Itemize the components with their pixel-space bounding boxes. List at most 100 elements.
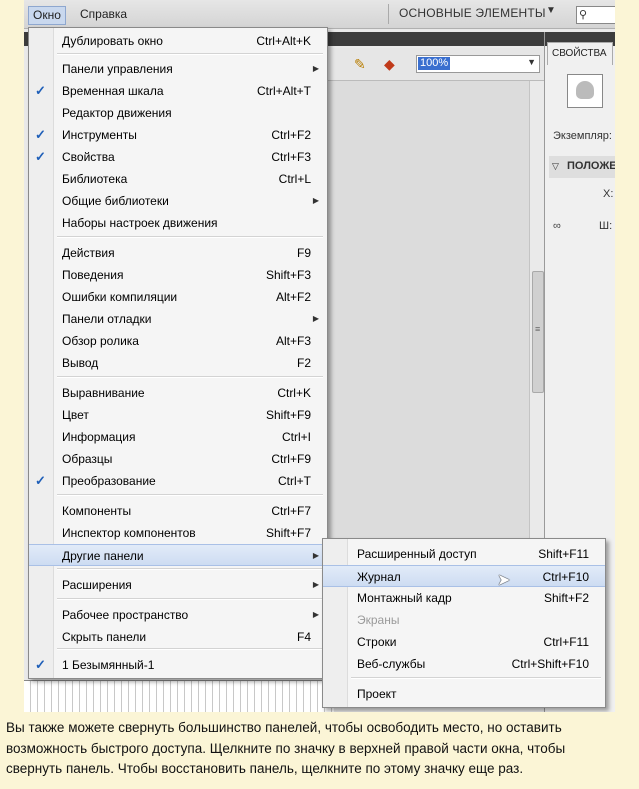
menu-item-common-libraries[interactable]: Общие библиотеки ▶	[29, 190, 327, 212]
menu-window[interactable]: Окно	[28, 6, 66, 25]
link-icon[interactable]: ∞	[553, 220, 561, 232]
menu-item-motion-editor[interactable]: Редактор движения	[29, 102, 327, 124]
menu-item-extensions[interactable]: Расширения ▶	[29, 574, 327, 596]
position-size-section[interactable]: ▽ ПОЛОЖЕ	[549, 156, 615, 178]
checkmark-icon: ✓	[35, 83, 46, 98]
menu-item-label: Временная шкала	[62, 84, 164, 98]
chevron-down-icon[interactable]: ▼	[546, 5, 556, 16]
edit-bar: ✎ ◆ 100% ▼	[324, 48, 544, 81]
symbol-thumbnail	[567, 74, 603, 108]
menu-item-label: Инспектор компонентов	[62, 526, 196, 540]
menu-item-timeline[interactable]: ✓ Временная шкала Ctrl+Alt+T	[29, 80, 327, 102]
menu-item-align[interactable]: Выравнивание Ctrl+K	[29, 382, 327, 404]
menubar-divider	[388, 4, 389, 24]
timeline-frames[interactable]	[24, 680, 334, 712]
menu-item-info[interactable]: Информация Ctrl+I	[29, 426, 327, 448]
application-screenshot: Окно Справка ОСНОВНЫЕ ЭЛЕМЕНТЫ ▼ ⚲ ✎ ◆ 1…	[24, 0, 615, 712]
menu-item-output[interactable]: Вывод F2	[29, 352, 327, 374]
menu-item-document-untitled-1[interactable]: ✓ 1 Безымянный-1	[29, 654, 327, 676]
search-input[interactable]: ⚲	[576, 6, 615, 24]
menu-item-label: Библиотека	[62, 172, 128, 186]
menu-item-label: Расширенный доступ	[357, 547, 477, 561]
menu-item-tools[interactable]: ✓ Инструменты Ctrl+F2	[29, 124, 327, 146]
width-label: Ш:	[599, 220, 613, 232]
menu-item-duplicate-window[interactable]: Дублировать окно Ctrl+Alt+K	[29, 30, 327, 52]
menu-item-label: Проект	[357, 687, 397, 701]
menu-item-label: Дублировать окно	[62, 34, 163, 48]
menu-item-compiler-errors[interactable]: Ошибки компиляции Alt+F2	[29, 286, 327, 308]
menu-item-motion-presets[interactable]: Наборы настроек движения	[29, 212, 327, 234]
menu-help[interactable]: Справка	[76, 6, 131, 23]
instance-label: Экземпляр:	[553, 130, 612, 142]
menu-item-debug-panels[interactable]: Панели отладки ▶	[29, 308, 327, 330]
menu-item-label: Расширения	[62, 578, 132, 592]
menu-item-movie-explorer[interactable]: Обзор ролика Alt+F3	[29, 330, 327, 352]
chevron-down-icon[interactable]: ▼	[527, 57, 536, 67]
menu-item-component-inspector[interactable]: Инспектор компонентов Shift+F7	[29, 522, 327, 544]
shortcut-label: Shift+F11	[538, 547, 589, 561]
mouse-pointer-icon: ➤	[497, 572, 511, 589]
menu-separator	[351, 677, 601, 679]
submenu-arrow-icon: ▶	[312, 610, 319, 619]
shortcut-label: F9	[296, 246, 311, 260]
shortcut-label: Ctrl+F11	[543, 635, 589, 649]
menu-item-library[interactable]: Библиотека Ctrl+L	[29, 168, 327, 190]
shortcut-label: Ctrl+F9	[271, 452, 311, 466]
menu-item-workspace[interactable]: Рабочее пространство ▶	[29, 604, 327, 626]
menu-separator	[57, 648, 323, 650]
submenu-item-history[interactable]: Журнал Ctrl+F10	[323, 565, 605, 587]
menu-item-swatches[interactable]: Образцы Ctrl+F9	[29, 448, 327, 470]
menu-item-properties[interactable]: ✓ Свойства Ctrl+F3	[29, 146, 327, 168]
shortcut-label: Ctrl+F10	[542, 570, 589, 584]
edit-scene-icon[interactable]: ◆	[384, 56, 395, 73]
menu-separator	[57, 568, 323, 570]
shortcut-label: Ctrl+Alt+T	[256, 84, 311, 98]
workspace-switcher[interactable]: ОСНОВНЫЕ ЭЛЕМЕНТЫ	[399, 6, 546, 20]
shortcut-label: Ctrl+Shift+F10	[511, 657, 589, 671]
menu-item-label: Журнал	[357, 570, 401, 584]
menu-item-actions[interactable]: Действия F9	[29, 242, 327, 264]
scrollbar-thumb[interactable]: ≡	[532, 271, 544, 393]
menu-item-label: Другие панели	[62, 549, 144, 563]
menu-item-hide-panels[interactable]: Скрыть панели F4	[29, 626, 327, 648]
submenu-item-movie-explorer-frame[interactable]: Монтажный кадр Shift+F2	[323, 587, 605, 609]
shortcut-label: Ctrl+T	[278, 474, 311, 488]
checkmark-icon: ✓	[35, 473, 46, 488]
shortcut-label: Ctrl+K	[277, 386, 311, 400]
shortcut-label: Shift+F9	[265, 408, 311, 422]
zoom-value: 100%	[418, 57, 451, 70]
zoom-select[interactable]: 100% ▼	[416, 55, 540, 73]
menu-item-label: Монтажный кадр	[357, 591, 452, 605]
menu-separator	[57, 494, 323, 496]
shortcut-label: Shift+F2	[543, 591, 589, 605]
menu-item-label: Вывод	[62, 356, 99, 370]
shortcut-label: Ctrl+F7	[271, 504, 311, 518]
shortcut-label: Alt+F2	[275, 290, 311, 304]
menu-item-label: Рабочее пространство	[62, 608, 189, 622]
submenu-arrow-icon: ▶	[312, 551, 319, 560]
menu-separator	[57, 598, 323, 600]
chevron-down-icon[interactable]: ▽	[552, 161, 559, 172]
menu-item-toolbars[interactable]: Панели управления ▶	[29, 58, 327, 80]
menu-item-label: Скрыть панели	[62, 630, 147, 644]
menu-item-color[interactable]: Цвет Shift+F9	[29, 404, 327, 426]
submenu-item-accessibility[interactable]: Расширенный доступ Shift+F11	[323, 543, 605, 565]
submenu-arrow-icon: ▶	[312, 580, 319, 589]
menu-item-label: Инструменты	[62, 128, 137, 142]
tab-properties[interactable]: СВОЙСТВА	[547, 42, 613, 65]
submenu-item-web-services[interactable]: Веб-службы Ctrl+Shift+F10	[323, 653, 605, 675]
menu-separator	[57, 53, 323, 55]
caption-line: возможность быстрого доступа. Щелкните п…	[6, 740, 566, 756]
shortcut-label: F4	[296, 630, 311, 644]
menu-item-label: Образцы	[62, 452, 113, 466]
edit-symbols-icon[interactable]: ✎	[354, 56, 366, 73]
menu-item-other-panels[interactable]: Другие панели ▶	[29, 544, 327, 566]
menu-item-behaviors[interactable]: Поведения Shift+F3	[29, 264, 327, 286]
caption: Вы также можете свернуть большинство пан…	[6, 718, 636, 780]
submenu-item-project[interactable]: Проект	[323, 683, 605, 705]
menu-item-transform[interactable]: ✓ Преобразование Ctrl+T	[29, 470, 327, 492]
menu-item-components[interactable]: Компоненты Ctrl+F7	[29, 500, 327, 522]
submenu-item-strings[interactable]: Строки Ctrl+F11	[323, 631, 605, 653]
other-panels-submenu: Расширенный доступ Shift+F11 Журнал Ctrl+F1…	[322, 538, 606, 708]
checkmark-icon: ✓	[35, 657, 46, 672]
